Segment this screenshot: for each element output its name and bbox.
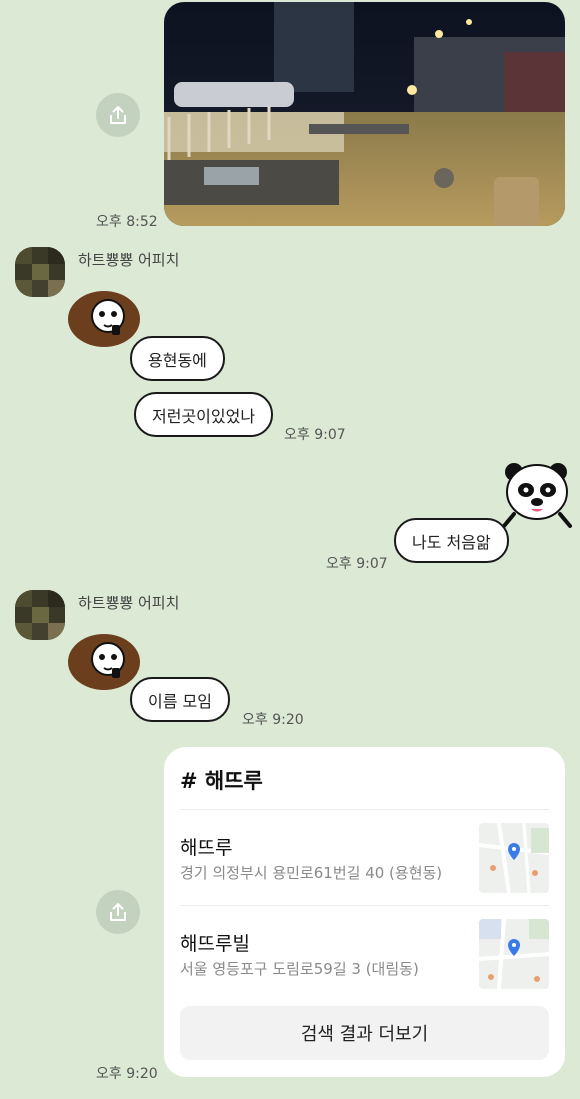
message-time: 오후 9:20 <box>242 712 304 728</box>
place-address: 경기 의정부시 용민로61번길 40 (용현동) <box>180 864 443 882</box>
place-name[interactable]: 해뜨루빌 <box>180 929 250 956</box>
more-results-button[interactable]: 검색 결과 더보기 <box>180 1006 549 1060</box>
share-icon <box>110 903 126 921</box>
panda-emoticon <box>500 462 574 534</box>
search-card-title: # 해뜨루 <box>180 769 263 793</box>
character-emoticon <box>66 626 146 692</box>
message-time: 오후 9:07 <box>326 556 388 572</box>
divider <box>180 905 549 906</box>
place-name[interactable]: 해뜨루 <box>180 833 232 860</box>
shared-photo[interactable] <box>164 2 565 226</box>
avatar[interactable] <box>15 247 65 297</box>
divider <box>180 809 549 810</box>
place-address: 서울 영등포구 도림로59길 3 (대림동) <box>180 960 419 978</box>
map-thumbnail[interactable] <box>479 919 549 989</box>
chat-bubble[interactable]: 나도 처음앎 <box>394 518 509 563</box>
chat-bubble[interactable]: 용현동에 <box>130 336 225 381</box>
sender-name: 하트뿅뿅 어피치 <box>78 251 180 269</box>
message-time: 오후 9:20 <box>96 1066 158 1082</box>
message-time: 오후 8:52 <box>96 214 158 230</box>
chat-bubble[interactable]: 저런곳이있었나 <box>134 392 274 437</box>
map-thumbnail[interactable] <box>479 823 549 893</box>
character-emoticon <box>66 283 146 349</box>
sender-name: 하트뿅뿅 어피치 <box>78 594 180 612</box>
share-button[interactable] <box>96 93 140 137</box>
chat-bubble[interactable]: 이름 모임 <box>130 677 230 722</box>
avatar[interactable] <box>15 590 65 640</box>
message-time: 오후 9:07 <box>284 427 346 443</box>
search-result-card[interactable]: # 해뜨루 해뜨루 경기 의정부시 용민로61번길 40 (용현동) 해뜨루빌 … <box>164 747 565 1077</box>
share-button[interactable] <box>96 890 140 934</box>
share-icon <box>110 106 126 124</box>
